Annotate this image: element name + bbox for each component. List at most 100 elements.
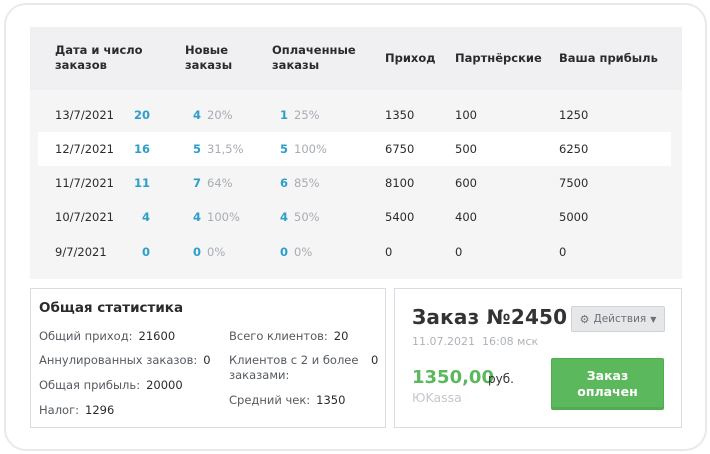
value-income: 8100 xyxy=(385,176,415,190)
orders-table: Дата и число заказов Новые заказы Оплаче… xyxy=(30,27,682,279)
actions-label: Действия xyxy=(593,313,647,325)
value-income: 6750 xyxy=(385,142,415,156)
cell-count: 0 xyxy=(142,245,150,259)
value-profit: 0 xyxy=(559,245,567,259)
cell-date: 11/7/2021 xyxy=(55,176,114,190)
cell-paid: 1 25% xyxy=(280,108,320,122)
header-income: Приход xyxy=(385,51,436,65)
order-title: Заказ №2450 xyxy=(412,305,568,329)
cell-date: 9/7/2021 xyxy=(55,245,107,259)
value-income: 5400 xyxy=(385,210,415,224)
stat-repeat-clients: Клиентов с 2 и более заказами: 0 xyxy=(229,353,379,382)
cell-date: 13/7/2021 xyxy=(55,108,114,122)
value-date: 13/7/2021 xyxy=(55,108,114,122)
value-income: 0 xyxy=(385,245,393,259)
value-paid_pct: 0% xyxy=(294,245,313,259)
value-income: 1350 xyxy=(385,108,415,122)
value-count: 4 xyxy=(141,210,150,224)
order-paid-label: Заказ оплачен xyxy=(577,368,638,399)
header-profit: Ваша прибыль xyxy=(559,51,658,65)
stat-total-profit: Общая прибыль: 20000 xyxy=(39,378,183,392)
cell-new: 4 100% xyxy=(193,210,240,224)
cell-count: 11 xyxy=(134,176,150,190)
cell-partner: 0 xyxy=(455,245,462,259)
table-row: 12/7/2021 16 5 31,5% 5 100% 6750 500 6250 xyxy=(38,132,671,166)
value-paid_pct: 85% xyxy=(294,176,320,190)
order-currency: руб. xyxy=(488,372,514,386)
value-new: 0 xyxy=(193,245,202,259)
actions-dropdown-button[interactable]: ⚙ Действия ▼ xyxy=(571,306,665,332)
value-count: 11 xyxy=(133,176,150,190)
value-partner: 0 xyxy=(455,245,463,259)
value-new_pct: 20% xyxy=(207,108,233,122)
value-profit: 1250 xyxy=(559,108,589,122)
value-paid: 5 xyxy=(280,142,289,156)
order-card: Заказ №2450 11.07.2021 16:08 мск ⚙ Дейст… xyxy=(394,288,682,428)
cell-profit: 6250 xyxy=(559,142,588,156)
value-new: 5 xyxy=(193,142,202,156)
cell-date: 10/7/2021 xyxy=(55,210,114,224)
cell-profit: 1250 xyxy=(559,108,588,122)
cell-new: 0 0% xyxy=(193,245,225,259)
cell-date: 12/7/2021 xyxy=(55,142,114,156)
cell-paid: 5 100% xyxy=(280,142,327,156)
gear-icon: ⚙ xyxy=(579,312,590,326)
stats-title: Общая статистика xyxy=(39,300,184,316)
cell-partner: 400 xyxy=(455,210,477,224)
cell-profit: 5000 xyxy=(559,210,588,224)
table-row: 13/7/2021 20 4 20% 1 25% 1350 100 1250 xyxy=(38,98,671,132)
header-new-orders: Новые заказы xyxy=(185,43,233,72)
cell-count: 4 xyxy=(142,210,150,224)
cell-new: 4 20% xyxy=(193,108,233,122)
cell-paid: 4 50% xyxy=(280,210,320,224)
stat-cancelled: Аннулированных заказов: 0 xyxy=(39,353,211,367)
order-datetime: 11.07.2021 16:08 мск xyxy=(412,335,539,348)
value-partner: 400 xyxy=(455,210,477,224)
stat-tax: Налог: 1296 xyxy=(39,403,115,417)
value-paid_pct: 50% xyxy=(294,210,320,224)
header-paid-orders: Оплаченные заказы xyxy=(272,43,356,72)
value-paid: 0 xyxy=(280,245,289,259)
cell-paid: 0 0% xyxy=(280,245,312,259)
value-profit: 5000 xyxy=(559,210,589,224)
value-date: 11/7/2021 xyxy=(55,176,114,190)
value-new_pct: 100% xyxy=(207,210,240,224)
value-new_pct: 31,5% xyxy=(207,142,244,156)
value-new_pct: 0% xyxy=(207,245,226,259)
value-new: 4 xyxy=(193,210,202,224)
value-new_pct: 64% xyxy=(207,176,233,190)
cell-income: 1350 xyxy=(385,108,414,122)
cell-count: 20 xyxy=(134,108,150,122)
value-partner: 500 xyxy=(455,142,477,156)
cell-new: 7 64% xyxy=(193,176,233,190)
value-partner: 100 xyxy=(455,108,477,122)
table-row: 11/7/2021 11 7 64% 6 85% 8100 600 7500 xyxy=(38,166,671,200)
value-date: 10/7/2021 xyxy=(55,210,114,224)
value-paid: 6 xyxy=(280,176,289,190)
value-date: 9/7/2021 xyxy=(55,245,107,259)
value-new: 7 xyxy=(193,176,202,190)
value-paid: 4 xyxy=(280,210,289,224)
value-partner: 600 xyxy=(455,176,477,190)
order-amount: 1350,00 xyxy=(412,367,494,388)
cell-income: 6750 xyxy=(385,142,414,156)
cell-partner: 500 xyxy=(455,142,477,156)
cell-income: 8100 xyxy=(385,176,414,190)
payment-provider: ЮKassa xyxy=(412,390,462,405)
general-stats-panel: Общая статистика Общий приход: 21600 Анну… xyxy=(30,288,386,428)
table-row: 10/7/2021 4 4 100% 4 50% 5400 400 5000 xyxy=(38,200,671,234)
header-date: Дата и число заказов xyxy=(55,43,143,72)
caret-down-icon: ▼ xyxy=(650,314,657,324)
value-new: 4 xyxy=(193,108,202,122)
cell-count: 16 xyxy=(134,142,150,156)
header-partner: Партнёрские xyxy=(455,51,542,65)
value-paid: 1 xyxy=(280,108,289,122)
value-paid_pct: 25% xyxy=(294,108,320,122)
order-paid-button[interactable]: Заказ оплачен xyxy=(551,358,664,410)
cell-new: 5 31,5% xyxy=(193,142,244,156)
stat-avg-check: Средний чек: 1350 xyxy=(229,393,346,407)
cell-paid: 6 85% xyxy=(280,176,320,190)
cell-profit: 0 xyxy=(559,245,566,259)
value-count: 16 xyxy=(133,142,150,156)
cell-income: 5400 xyxy=(385,210,414,224)
